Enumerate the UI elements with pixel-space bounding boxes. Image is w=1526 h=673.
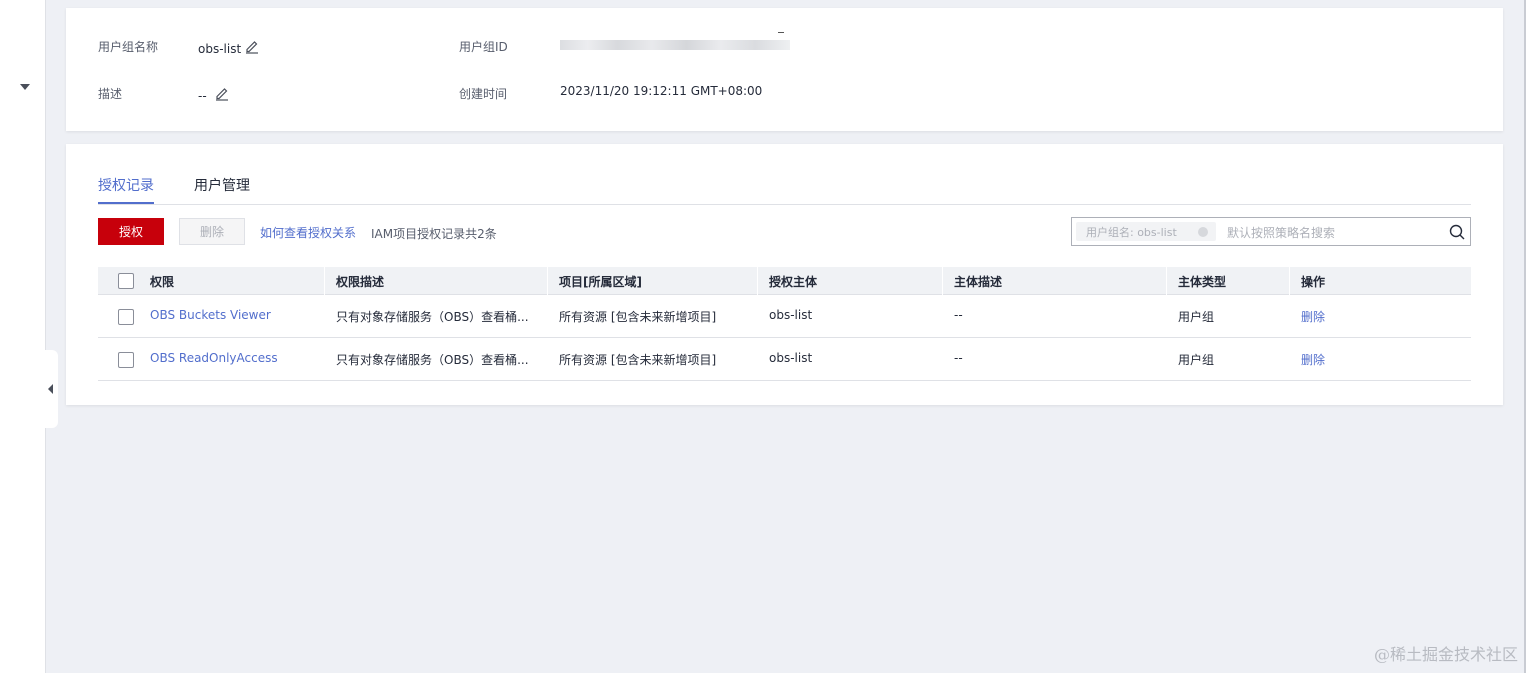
table-row: OBS Buckets Viewer 只有对象存储服务（OBS）查看桶... 所… [98,295,1471,338]
header-actions: 操作 [1301,275,1326,289]
row-checkbox[interactable] [118,309,134,325]
principal-description: -- [954,351,963,365]
active-tab-indicator [98,202,154,204]
edit-icon[interactable] [214,85,230,101]
delete-button[interactable]: 删除 [179,218,245,245]
group-name-value: obs-list [198,42,242,56]
policy-description: 只有对象存储服务（OBS）查看桶... [336,310,529,324]
edit-icon[interactable] [244,38,260,54]
group-name-label: 用户组名称 [98,40,159,54]
collapse-left-icon [48,384,53,394]
watermark: @稀土掘金技术社区 [1373,645,1518,664]
search-placeholder: 默认按照策略名搜索 [1227,226,1336,240]
policy-link[interactable]: OBS Buckets Viewer [150,308,271,322]
description-value: -- [198,89,207,103]
record-count: IAM项目授权记录共2条 [371,227,497,241]
header-project: 项目[所属区域] [559,275,642,289]
main-card: 授权记录 用户管理 授权 删除 如何查看授权关系 IAM项目授权记录共2条 用户… [66,144,1503,405]
tab-user-management[interactable]: 用户管理 [194,175,250,195]
description-label: 描述 [98,87,123,101]
project-scope: 所有资源 [包含未来新增项目] [559,310,717,324]
scrollbar[interactable] [1518,0,1526,673]
principal-type: 用户组 [1178,310,1215,324]
select-all-checkbox[interactable] [118,273,134,289]
group-id-masked-value [560,40,790,50]
tab-bar: 授权记录 用户管理 [98,168,1471,205]
row-checkbox[interactable] [118,352,134,368]
grant-button[interactable]: 授权 [98,218,164,245]
row-delete-link[interactable]: 删除 [1301,351,1325,368]
masked-dash [778,32,784,33]
principal-description: -- [954,308,963,322]
left-sidebar [0,0,46,673]
header-policy-description: 权限描述 [336,275,385,289]
filter-chip-label: 用户组名: obs-list [1086,226,1177,239]
header-policy: 权限 [150,275,175,289]
group-id-label: 用户组ID [459,40,508,54]
principal-type: 用户组 [1178,353,1215,367]
row-delete-link[interactable]: 删除 [1301,308,1325,325]
table-row: OBS ReadOnlyAccess 只有对象存储服务（OBS）查看桶... 所… [98,338,1471,381]
project-scope: 所有资源 [包含未来新增项目] [559,353,717,367]
group-info-card: 用户组名称 obs-list 用户组ID 描述 -- 创建时间 2023/11/… [66,8,1503,131]
policy-link[interactable]: OBS ReadOnlyAccess [150,351,278,365]
principal: obs-list [769,308,813,322]
header-principal: 授权主体 [769,275,818,289]
search-icon[interactable] [1448,223,1466,241]
caret-down-icon[interactable] [20,84,30,90]
principal: obs-list [769,351,813,365]
header-principal-description: 主体描述 [954,275,1003,289]
created-label: 创建时间 [459,87,508,101]
filter-chip[interactable]: 用户组名: obs-list [1076,222,1216,241]
how-to-view-link[interactable]: 如何查看授权关系 [260,224,356,241]
chip-close-icon[interactable] [1198,227,1208,237]
created-value: 2023/11/20 19:12:11 GMT+08:00 [560,84,763,98]
sidebar-collapse-handle[interactable] [44,350,58,428]
table-header: 权限 权限描述 项目[所属区域] 授权主体 主体描述 主体类型 操作 [98,267,1471,295]
tab-authorization-records[interactable]: 授权记录 [98,175,154,195]
policy-description: 只有对象存储服务（OBS）查看桶... [336,353,529,367]
header-principal-type: 主体类型 [1178,275,1227,289]
search-input[interactable]: 用户组名: obs-list 默认按照策略名搜索 [1071,217,1471,246]
